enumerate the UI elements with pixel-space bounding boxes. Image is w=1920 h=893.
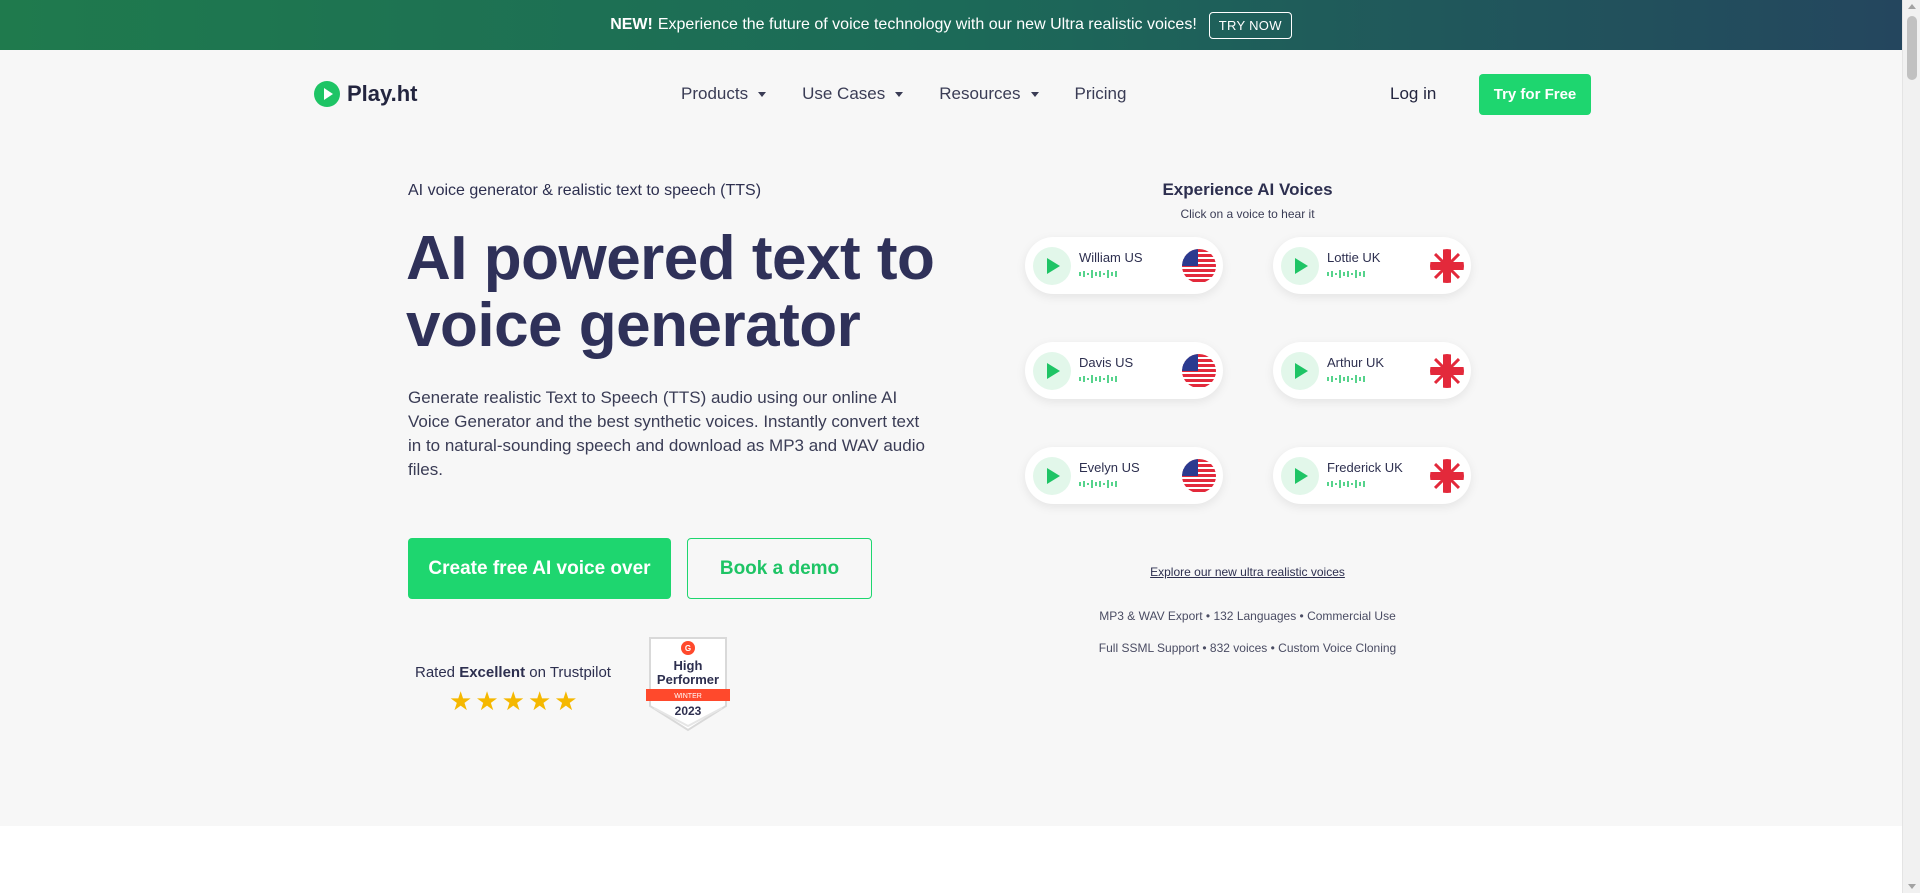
play-icon[interactable]	[1281, 457, 1319, 495]
nav-item-use-cases[interactable]: Use Cases	[802, 84, 904, 104]
voice-card-lottie[interactable]: Lottie UK	[1273, 237, 1471, 294]
announcement-banner: NEW! Experience the future of voice tech…	[0, 0, 1902, 50]
hero-headline: AI powered text to voice generator	[406, 224, 935, 360]
voice-card-william[interactable]: William US	[1025, 237, 1223, 294]
voices-subtitle: Click on a voice to hear it	[1180, 207, 1315, 221]
rating-suffix: on Trustpilot	[529, 664, 611, 681]
features-line-2: Full SSML Support • 832 voices • Custom …	[1098, 641, 1397, 655]
play-icon[interactable]	[1033, 352, 1071, 390]
nav-item-pricing[interactable]: Pricing	[1075, 84, 1127, 104]
nav-item-label: Products	[681, 84, 749, 103]
us-flag-icon	[1182, 354, 1216, 388]
create-voice-button[interactable]: Create free AI voice over	[408, 538, 671, 599]
chevron-down-icon	[1030, 91, 1039, 97]
features-line-1: MP3 & WAV Export • 132 Languages • Comme…	[1099, 609, 1396, 623]
voice-name: Frederick UK	[1327, 460, 1403, 475]
g2-badge: G High Performer WINTER 2023	[646, 637, 730, 732]
nav-item-products[interactable]: Products	[681, 84, 767, 104]
nav-item-resources[interactable]: Resources	[939, 84, 1039, 104]
try-for-free-button[interactable]: Try for Free	[1479, 74, 1591, 115]
us-flag-icon	[1182, 249, 1216, 283]
nav-item-label: Resources	[939, 84, 1021, 103]
play-logo-icon	[314, 81, 340, 107]
banner-new-label: NEW!	[610, 16, 653, 33]
voice-card-arthur[interactable]: Arthur UK	[1273, 342, 1471, 399]
uk-flag-icon	[1430, 249, 1464, 283]
waveform-icon	[1079, 375, 1117, 383]
hero-eyebrow: AI voice generator & realistic text to s…	[408, 182, 762, 199]
nav-menu: Products Use Cases Resources Pricing	[681, 84, 1126, 104]
scroll-down-icon[interactable]	[1908, 884, 1916, 889]
nav-item-label: Use Cases	[802, 84, 886, 103]
star-icon: ★	[501, 686, 528, 716]
chevron-down-icon	[895, 91, 904, 97]
rating-stars: ★★★★★	[449, 686, 581, 717]
badge-year: 2023	[675, 704, 702, 718]
login-link[interactable]: Log in	[1390, 84, 1436, 104]
waveform-icon	[1327, 270, 1365, 278]
play-icon[interactable]	[1033, 457, 1071, 495]
banner-text: Experience the future of voice technolog…	[657, 16, 1197, 33]
trustpilot-rating: Rated Excellent on Trustpilot	[415, 664, 611, 681]
waveform-icon	[1079, 270, 1117, 278]
scrollbar-thumb[interactable]	[1907, 16, 1917, 80]
chevron-down-icon	[758, 91, 767, 97]
book-demo-button[interactable]: Book a demo	[687, 538, 872, 599]
play-icon[interactable]	[1033, 247, 1071, 285]
waveform-icon	[1079, 480, 1117, 488]
star-icon: ★	[554, 686, 581, 716]
try-now-button[interactable]: TRY NOW	[1208, 11, 1292, 39]
us-flag-icon	[1182, 459, 1216, 493]
voice-name: Evelyn US	[1079, 460, 1140, 475]
badge-title-1: High	[674, 658, 703, 673]
voice-card-evelyn[interactable]: Evelyn US	[1025, 447, 1223, 504]
rating-word: Excellent	[459, 664, 526, 681]
voice-name: Lottie UK	[1327, 250, 1381, 265]
page-scrollbar[interactable]	[1902, 0, 1920, 893]
svg-text:G: G	[685, 644, 691, 653]
uk-flag-icon	[1430, 459, 1464, 493]
voices-title: Experience AI Voices	[1162, 180, 1333, 199]
star-icon: ★	[475, 686, 502, 716]
voice-name: Arthur UK	[1327, 355, 1385, 370]
waveform-icon	[1327, 375, 1365, 383]
play-icon[interactable]	[1281, 247, 1319, 285]
rating-prefix: Rated	[415, 664, 456, 681]
hero-description: Generate realistic Text to Speech (TTS) …	[408, 388, 925, 479]
nav-item-label: Pricing	[1074, 84, 1127, 103]
voice-card-davis[interactable]: Davis US	[1025, 342, 1223, 399]
logo-text: Play.ht	[347, 81, 418, 106]
scroll-up-icon[interactable]	[1908, 4, 1916, 9]
star-icon: ★	[449, 686, 476, 716]
voice-name: Davis US	[1079, 355, 1134, 370]
voice-card-frederick[interactable]: Frederick UK	[1273, 447, 1471, 504]
next-section	[0, 826, 1902, 893]
explore-voices-link[interactable]: Explore our new ultra realistic voices	[1025, 565, 1470, 579]
main-nav: Play.ht Products Use Cases Resources Pri…	[0, 50, 1902, 140]
play-icon[interactable]	[1281, 352, 1319, 390]
uk-flag-icon	[1430, 354, 1464, 388]
voice-name: William US	[1079, 250, 1143, 265]
badge-title-2: Performer	[657, 672, 719, 687]
logo[interactable]: Play.ht	[314, 81, 418, 107]
badge-season: WINTER	[674, 693, 702, 700]
waveform-icon	[1327, 480, 1365, 488]
star-icon: ★	[527, 686, 555, 716]
